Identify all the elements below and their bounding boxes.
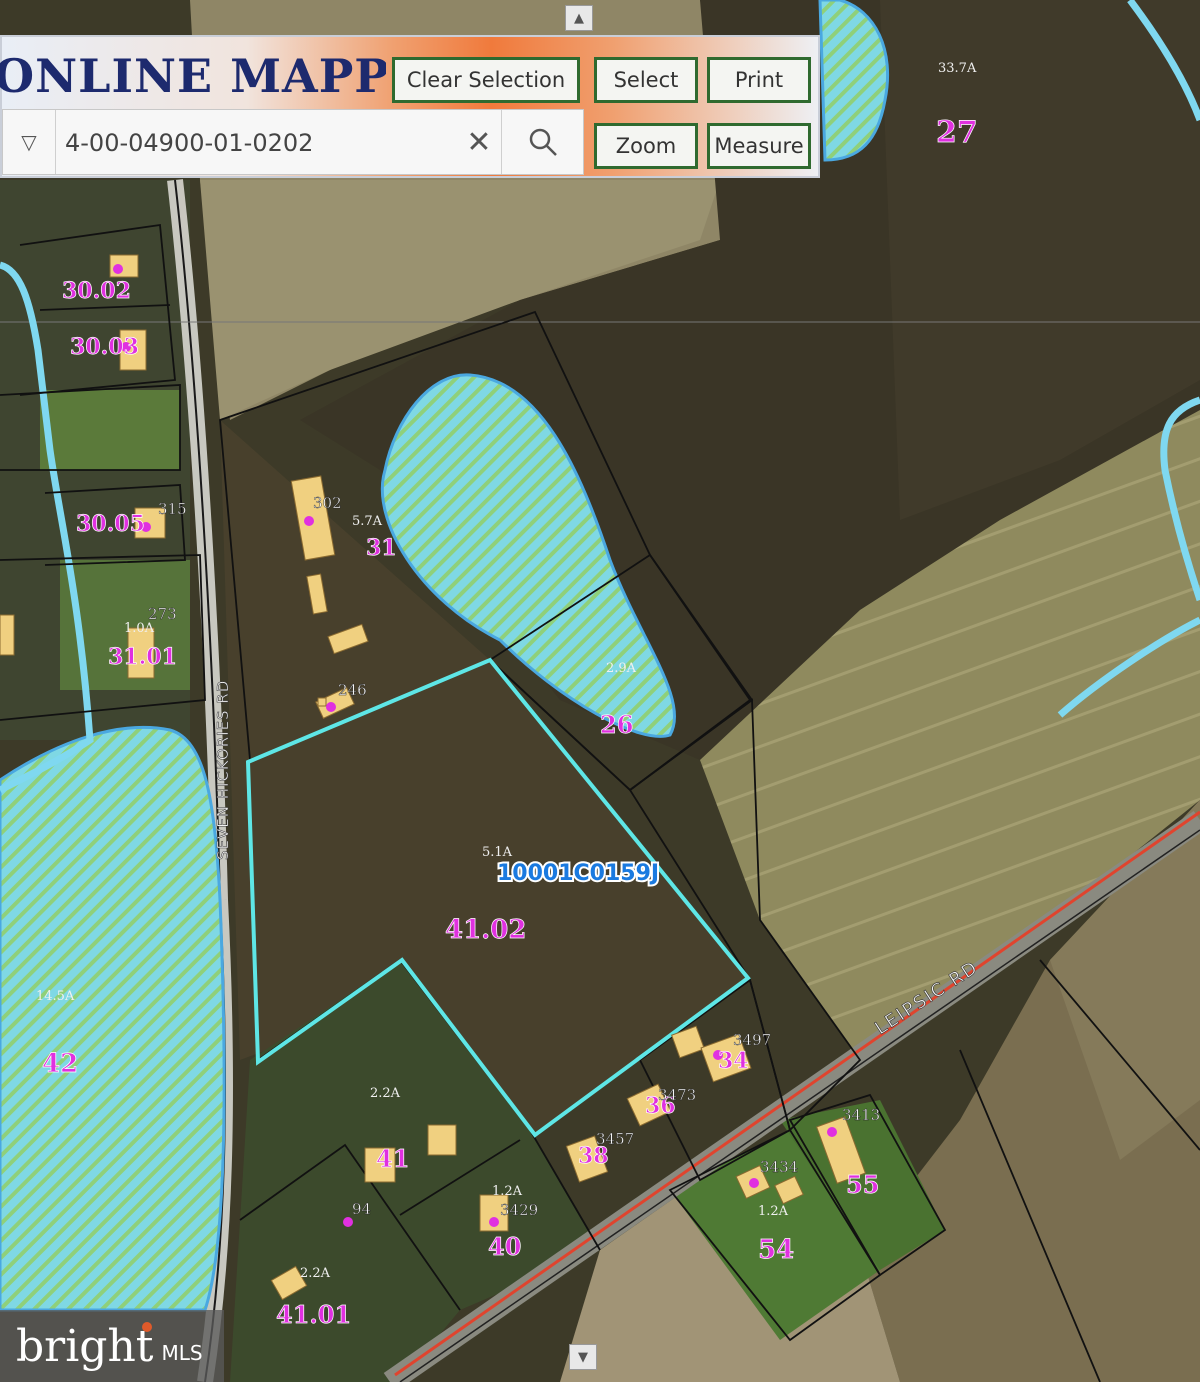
parcel-label-27: 27 (936, 115, 978, 150)
search-icon (529, 128, 557, 156)
search-button[interactable] (501, 110, 584, 174)
acreage-label-41-02: 5.1A (482, 845, 513, 860)
pan-up-arrow[interactable]: ▲ (565, 5, 593, 31)
parcel-label-42: 42 (42, 1049, 78, 1079)
parcel-label-31: 31 (366, 535, 397, 561)
search-type-dropdown[interactable]: ▽ (3, 110, 56, 174)
flood-zone-left (0, 726, 226, 1312)
pan-down-arrow[interactable]: ▼ (569, 1344, 597, 1370)
acreage-label-40: 1.2A (492, 1184, 523, 1199)
address-label-5: 3429 (500, 1201, 538, 1219)
parcel-label-54: 54 (758, 1235, 794, 1265)
parcel-label-41: 41 (376, 1144, 409, 1173)
address-label-10: 94 (352, 1200, 371, 1218)
map-toolbar: ONLINE MAPPIN Clear Selection Select Pri… (0, 35, 820, 178)
parcel-label-41-02: 41.02 (445, 915, 526, 945)
parcel-label-41-01: 41.01 (276, 1300, 351, 1329)
parcel-label-31-01: 31.01 (108, 644, 177, 670)
address-label-3: 3473 (658, 1086, 696, 1104)
address-label-0: 302 (313, 494, 342, 512)
address-label-4: 3457 (596, 1130, 634, 1148)
parcel-label-30-02: 30.02 (62, 278, 131, 304)
search-input[interactable] (63, 120, 477, 166)
acreage-label-42: 14.5A (36, 989, 75, 1004)
address-label-6: 3434 (760, 1158, 798, 1176)
watermark-suffix: MLS (161, 1341, 203, 1365)
acreage-label-41: 2.2A (370, 1086, 401, 1101)
acreage-label-31: 5.7A (352, 514, 383, 529)
acreage-label-27: 33.7A (938, 61, 977, 76)
flood-panel-label: 10001C0159J (497, 861, 659, 886)
address-label-7: 3413 (842, 1106, 880, 1124)
zoom-button[interactable]: Zoom (594, 123, 698, 169)
road-label-seven-hickories: SEVEN HICKORIES RD (214, 680, 232, 860)
acreage-label-41-01: 2.2A (300, 1266, 331, 1281)
acreage-label-26: 2.9A (606, 661, 637, 676)
parcel-map[interactable]: LEIPSIC RD SEVEN HICKORIES RD 10001C0159… (0, 0, 1200, 1382)
parcel-label-40: 40 (488, 1232, 521, 1261)
parcel-label-55: 55 (846, 1170, 879, 1199)
address-label-1: 246 (338, 681, 367, 699)
measure-button[interactable]: Measure (707, 123, 811, 169)
print-button[interactable]: Print (707, 57, 811, 103)
address-label-2: 3497 (733, 1031, 771, 1049)
watermark-brand: bright (16, 1320, 154, 1372)
parcel-label-26: 26 (600, 710, 633, 739)
address-label-9: 273 (148, 605, 177, 623)
acreage-label-54: 1.2A (758, 1204, 789, 1219)
parcel-label-34: 34 (718, 1048, 749, 1074)
watermark-dot-icon (142, 1322, 152, 1332)
app-title: ONLINE MAPPIN (0, 49, 386, 103)
clear-search-icon[interactable]: ✕ (459, 118, 499, 166)
clear-selection-button[interactable]: Clear Selection (392, 57, 580, 103)
acreage-label-31-01: 1.0A (124, 621, 155, 636)
parcel-label-30-05: 30.05 (76, 511, 145, 537)
parcel-label-30-03: 30.03 (70, 334, 139, 360)
chevron-down-icon: ▽ (21, 130, 37, 154)
mls-watermark: bright MLS (0, 1310, 224, 1382)
select-button[interactable]: Select (594, 57, 698, 103)
search-bar: ▽ ✕ (2, 109, 584, 175)
address-label-8: 315 (158, 500, 187, 518)
